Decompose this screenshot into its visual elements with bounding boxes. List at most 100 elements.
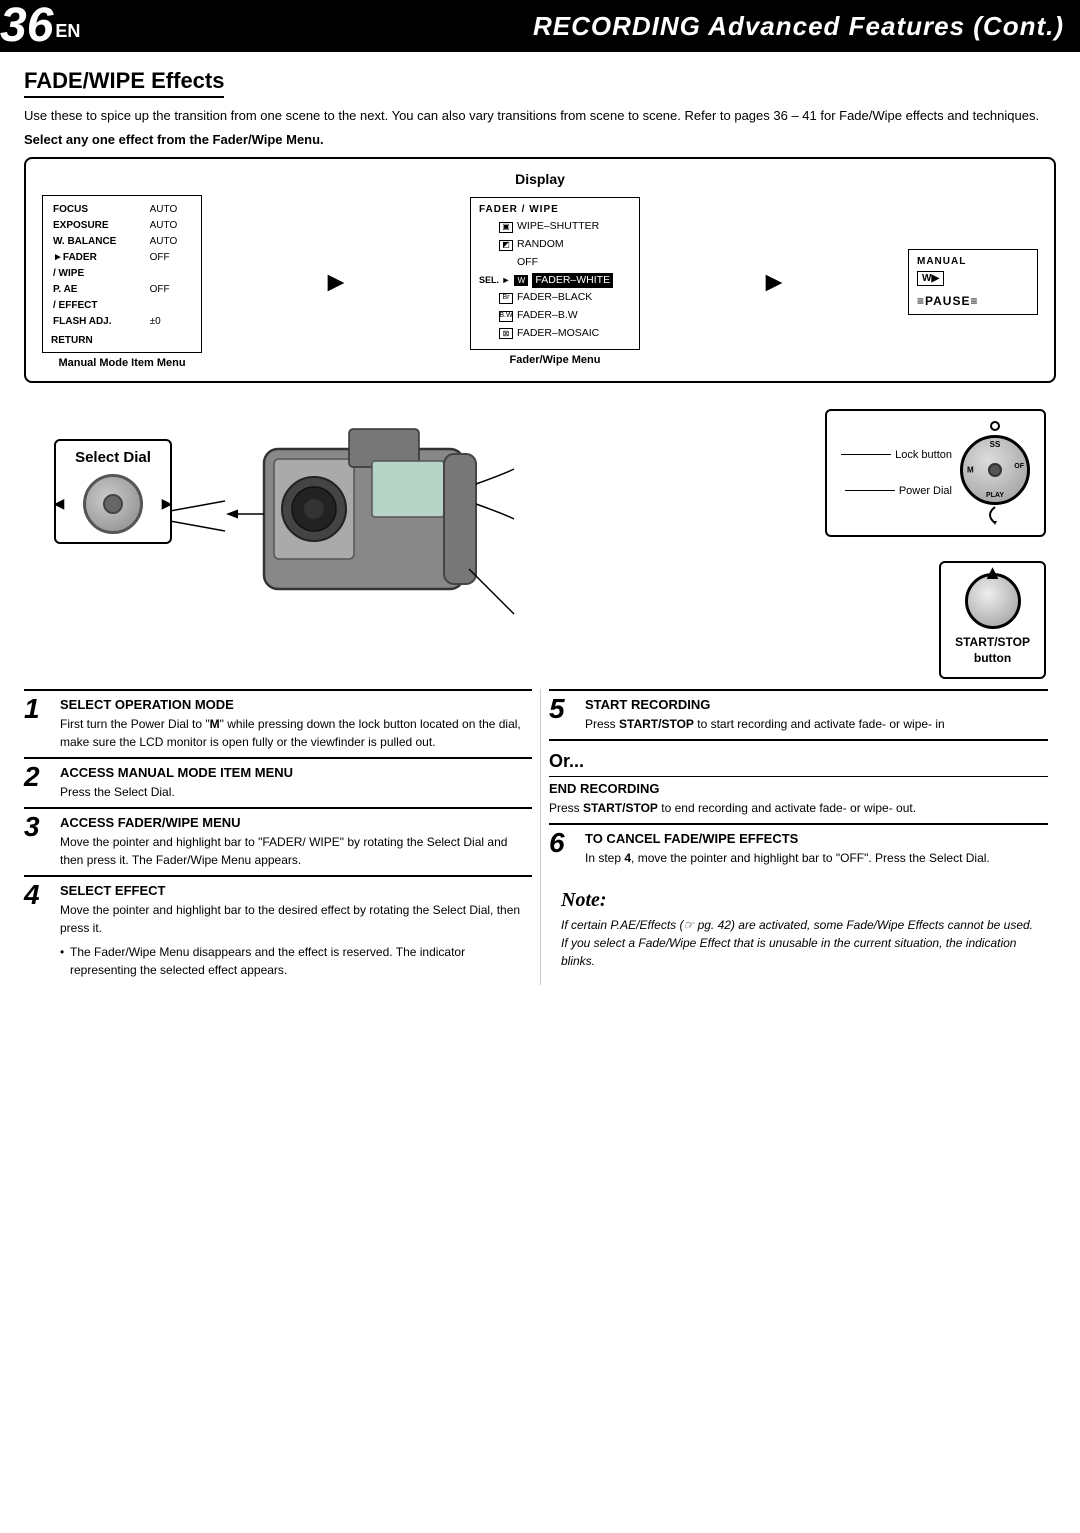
- step-3-content: ACCESS FADER/WIPE MENU Move the pointer …: [60, 815, 532, 869]
- select-dial-box: Select Dial ◄ ►: [54, 439, 172, 544]
- fader-row-white: SEL. ► W FADER–WHITE: [479, 272, 631, 290]
- section-title: FADE/WIPE Effects: [24, 68, 224, 98]
- sel-label: SEL. ►: [479, 274, 510, 288]
- icon-br: Br: [499, 293, 513, 304]
- menu-item-label: W. BALANCE: [51, 234, 148, 250]
- icon-x: ⊠: [499, 328, 513, 339]
- camera-svg: [204, 399, 544, 679]
- fader-white-label: FADER–WHITE: [532, 273, 613, 289]
- step-4-body: Move the pointer and highlight bar to th…: [60, 901, 532, 937]
- step-2-body: Press the Select Dial.: [60, 783, 532, 801]
- table-row: FOCUS AUTO: [51, 202, 193, 218]
- intro-text: Use these to spice up the transition fro…: [24, 106, 1056, 126]
- table-row: P. AE OFF: [51, 282, 193, 298]
- menu-item-label: FLASH ADJ.: [51, 314, 148, 330]
- menu-item-label: P. AE: [51, 282, 148, 298]
- menu-item-label: / EFFECT: [51, 298, 148, 314]
- step-6-num: 6: [549, 829, 581, 857]
- end-recording-title: END RECORDING: [549, 781, 1048, 796]
- step-4-content: SELECT EFFECT Move the pointer and highl…: [60, 883, 532, 979]
- or-section: Or... END RECORDING Press START/STOP to …: [549, 739, 1048, 823]
- fader-item-label: FADER–BLACK: [517, 290, 592, 306]
- fader-row-off: OFF: [479, 254, 631, 272]
- fader-item-label: FADER–B.W: [517, 308, 578, 324]
- arrow-right-1: ►: [322, 266, 350, 298]
- step-6-body: In step 4, move the pointer and highligh…: [585, 849, 1048, 867]
- pause-label: ≡PAUSE≡: [917, 294, 1029, 308]
- end-recording-body: Press START/STOP to end recording and ac…: [549, 799, 1048, 817]
- step-3-title: ACCESS FADER/WIPE MENU: [60, 815, 532, 830]
- table-row: EXPOSURE AUTO: [51, 218, 193, 234]
- icon-w: W: [514, 275, 528, 286]
- menu-item-value: AUTO: [148, 218, 193, 234]
- main-content: FADE/WIPE Effects Use these to spice up …: [0, 52, 1080, 1001]
- fader-row-bw: B.W FADER–B.W: [479, 307, 631, 325]
- table-row: / EFFECT: [51, 298, 193, 314]
- start-stop-arrow-icon: ▲: [983, 562, 1003, 585]
- note-box: Note: If certain P.AE/Effects (☞ pg. 42)…: [549, 881, 1048, 978]
- step-3-body: Move the pointer and highlight bar to "F…: [60, 833, 532, 869]
- start-stop-box: ▲ START/STOPbutton: [939, 561, 1046, 678]
- step-3-num: 3: [24, 813, 56, 841]
- step-2-num: 2: [24, 763, 56, 791]
- menu-item-value: OFF: [148, 282, 193, 298]
- select-dial-label: Select Dial: [68, 449, 158, 466]
- step-right-column: 5 START RECORDING Press START/STOP to st…: [540, 689, 1056, 985]
- menu-item-value: AUTO: [148, 202, 193, 218]
- dial-circle: [83, 474, 143, 534]
- menu-item-value: [148, 298, 193, 314]
- step-5-num: 5: [549, 695, 581, 723]
- power-dial-visual: SS M OF PLAY: [960, 421, 1030, 525]
- or-label: Or...: [549, 751, 1048, 772]
- step-1: 1 SELECT OPERATION MODE First turn the P…: [24, 689, 532, 757]
- manual-box-container: MANUAL W▶ ≡PAUSE≡: [908, 249, 1038, 315]
- fader-item-label: RANDOM: [517, 237, 564, 253]
- steps-section: 1 SELECT OPERATION MODE First turn the P…: [24, 689, 1056, 985]
- step-2-title: ACCESS MANUAL MODE ITEM MENU: [60, 765, 532, 780]
- step-4-bullet: The Fader/Wipe Menu disappears and the e…: [60, 943, 532, 979]
- menu-item-value: ±0: [148, 314, 193, 330]
- step-5: 5 START RECORDING Press START/STOP to st…: [549, 689, 1048, 739]
- power-dial-box: Lock button Power Dial SS M OF: [825, 409, 1046, 537]
- manual-box: MANUAL W▶ ≡PAUSE≡: [908, 249, 1038, 315]
- fader-menu-title: FADER / WIPE: [479, 204, 631, 215]
- power-dial-circle: SS M OF PLAY: [960, 435, 1030, 505]
- power-dial-arrow-svg: [980, 505, 1010, 525]
- step-4: 4 SELECT EFFECT Move the pointer and hig…: [24, 875, 532, 985]
- note-text: If certain P.AE/Effects (☞ pg. 42) are a…: [561, 916, 1036, 970]
- step-2: 2 ACCESS MANUAL MODE ITEM MENU Press the…: [24, 757, 532, 807]
- manual-menu-table: FOCUS AUTO EXPOSURE AUTO W. BALANCE AUTO: [51, 202, 193, 330]
- icon-r: ◩: [499, 240, 513, 251]
- manual-mode-menu-container: FOCUS AUTO EXPOSURE AUTO W. BALANCE AUTO: [42, 195, 202, 369]
- menu-item-label: / WIPE: [51, 266, 148, 282]
- menu-item-label: EXPOSURE: [51, 218, 148, 234]
- lock-button-label: Lock button: [895, 449, 952, 461]
- table-row: W. BALANCE AUTO: [51, 234, 193, 250]
- start-stop-label: START/STOPbutton: [955, 635, 1030, 666]
- camera-area: Select Dial ◄ ►: [24, 399, 1056, 679]
- fader-wipe-menu-box: FADER / WIPE ▣ WIPE–SHUTTER ◩ RANDOM: [470, 197, 640, 349]
- menu-item-value: OFF: [148, 250, 193, 266]
- note-title: Note:: [561, 889, 1036, 912]
- icon-p: ▣: [499, 222, 513, 233]
- start-stop-circle: ▲: [965, 573, 1021, 629]
- step-6-content: TO CANCEL FADE/WIPE EFFECTS In step 4, m…: [585, 831, 1048, 867]
- fader-menu-label: Fader/Wipe Menu: [470, 354, 640, 366]
- fader-wipe-menu-container: FADER / WIPE ▣ WIPE–SHUTTER ◩ RANDOM: [470, 197, 640, 365]
- step-1-body: First turn the Power Dial to "M" while p…: [60, 715, 532, 751]
- page-title: RECORDING Advanced Features (Cont.): [533, 11, 1064, 42]
- power-dial-label: Power Dial: [899, 485, 952, 497]
- step-left-column: 1 SELECT OPERATION MODE First turn the P…: [24, 689, 540, 985]
- page-lang: EN: [55, 21, 80, 48]
- end-recording-section: END RECORDING Press START/STOP to end re…: [549, 776, 1048, 817]
- arrow-right-2: ►: [760, 266, 788, 298]
- step-1-content: SELECT OPERATION MODE First turn the Pow…: [60, 697, 532, 751]
- fader-row-random: ◩ RANDOM: [479, 236, 631, 254]
- manual-title: MANUAL: [917, 256, 1029, 267]
- fader-row-wipe-shutter: ▣ WIPE–SHUTTER: [479, 218, 631, 236]
- display-label: Display: [42, 171, 1038, 187]
- menu-item-value: AUTO: [148, 234, 193, 250]
- camera-body: [204, 399, 544, 679]
- display-inner: FOCUS AUTO EXPOSURE AUTO W. BALANCE AUTO: [42, 195, 1038, 369]
- step-5-content: START RECORDING Press START/STOP to star…: [585, 697, 1048, 733]
